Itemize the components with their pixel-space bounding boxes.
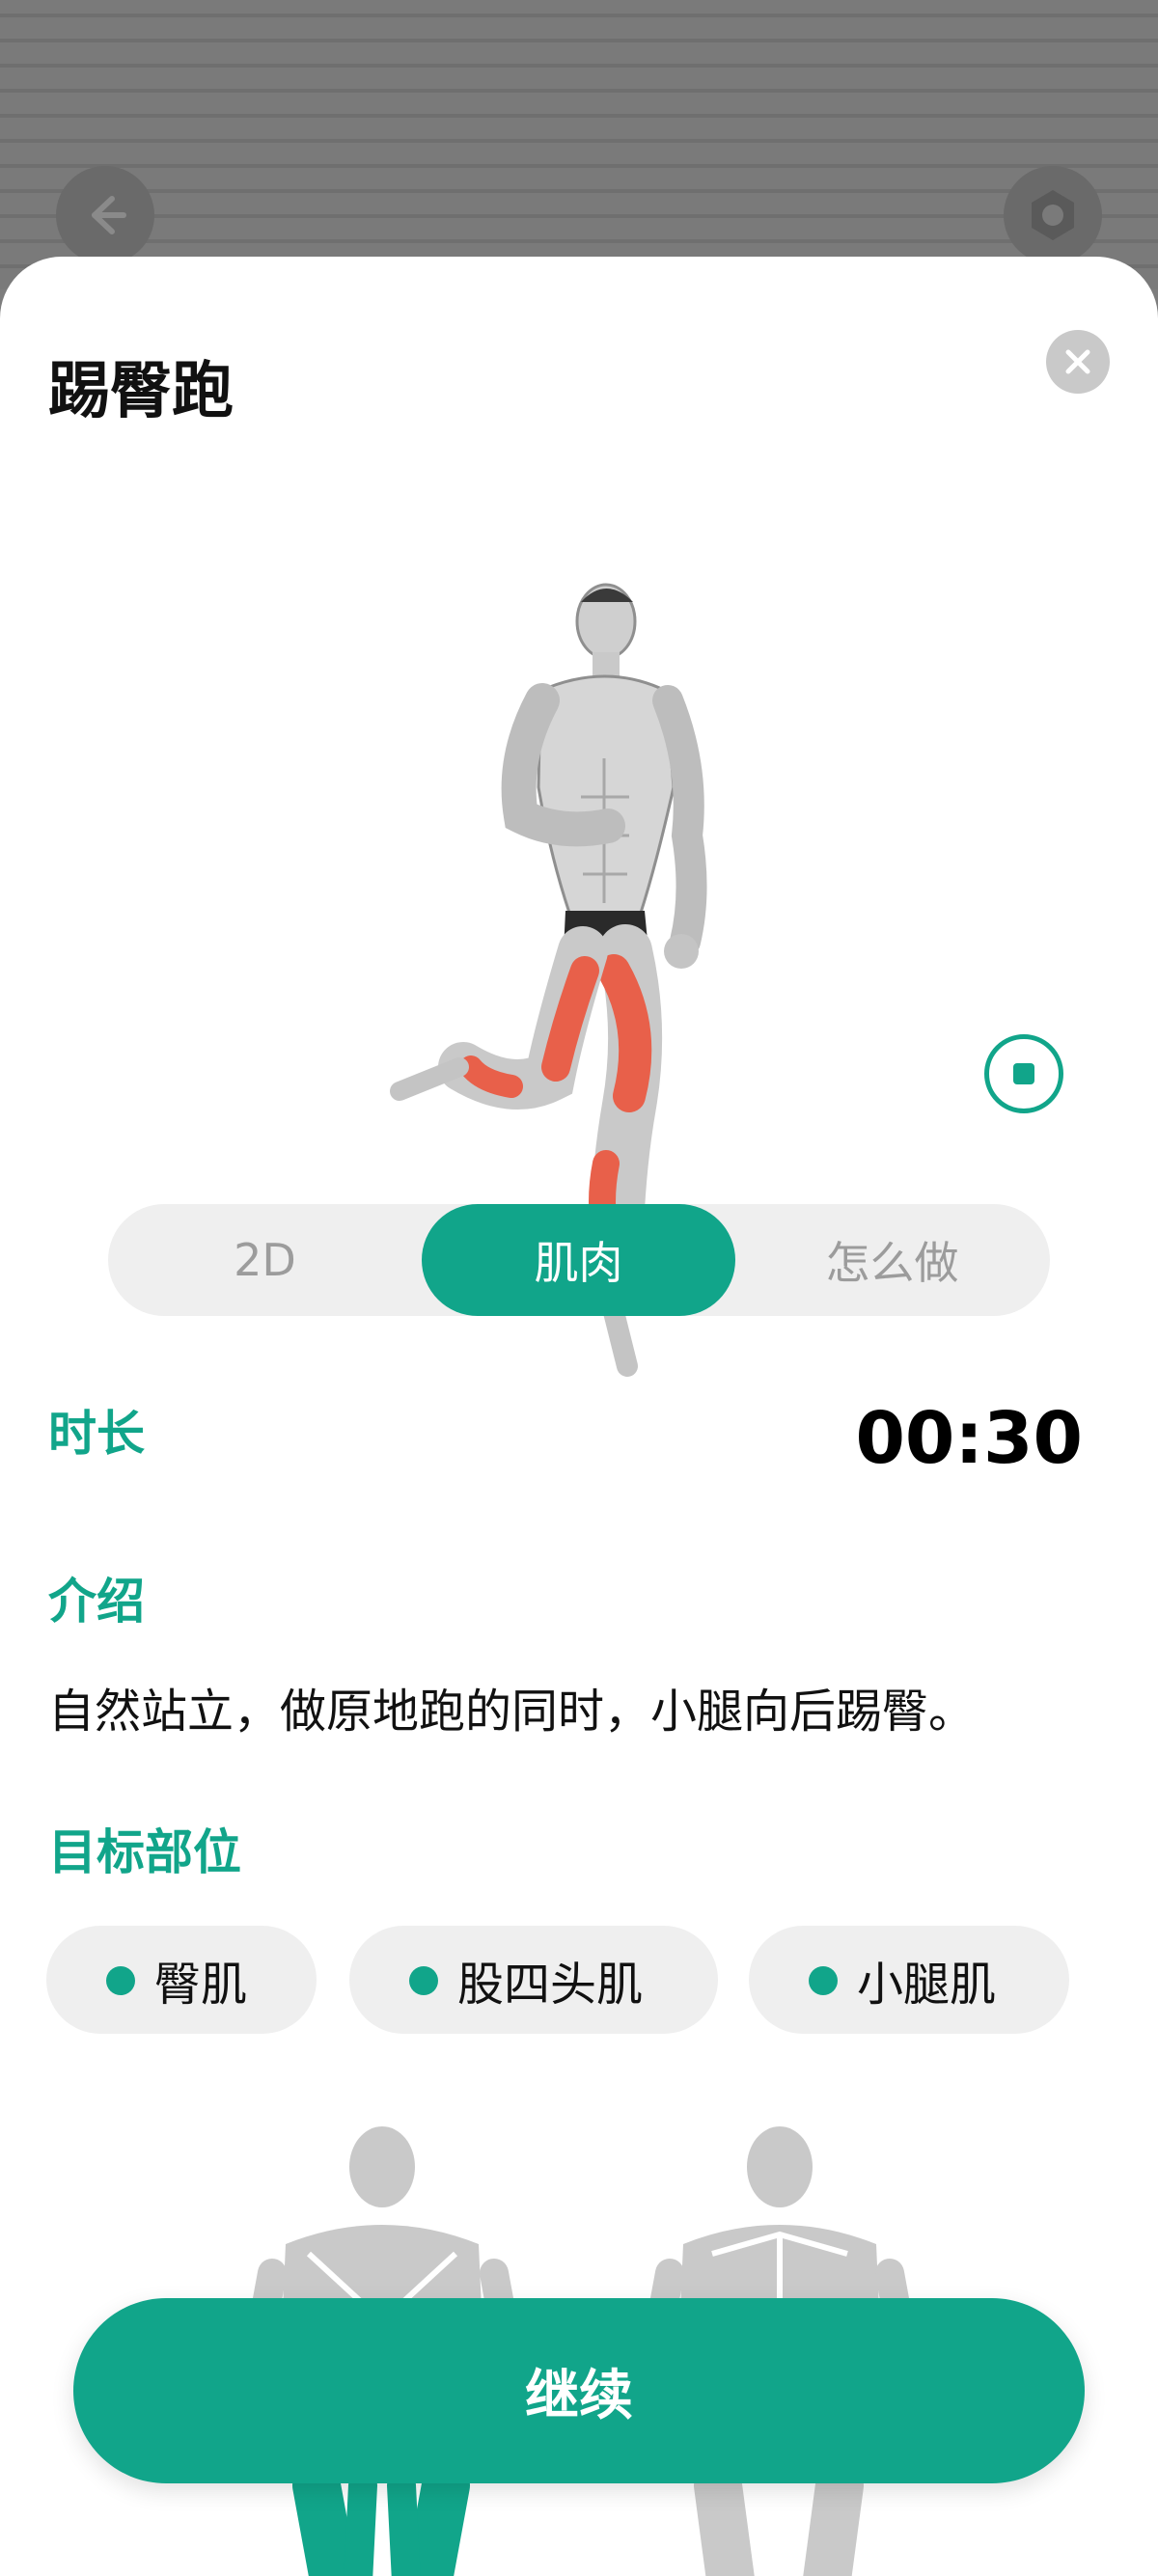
back-button[interactable]	[56, 166, 154, 264]
stop-button[interactable]	[984, 1034, 1063, 1113]
dot-icon	[106, 1966, 135, 1995]
background-app	[0, 0, 1158, 289]
duration-label: 时长	[48, 1406, 145, 1462]
intro-text: 自然站立，做原地跑的同时，小腿向后踢臀。	[48, 1685, 976, 1739]
chip-label: 股四头肌	[457, 1958, 644, 2012]
target-label: 目标部位	[48, 1824, 241, 1880]
tab-2d[interactable]: 2D	[108, 1204, 422, 1316]
chip-calves[interactable]: 小腿肌	[749, 1926, 1069, 2034]
dot-icon	[809, 1966, 838, 1995]
tab-muscle[interactable]: 肌肉	[422, 1204, 735, 1316]
arrow-left-icon	[92, 196, 126, 234]
exercise-detail-sheet: 踢臀跑 2D 肌肉 怎么做 时长 00:30 介绍 自然站立，做原地跑的同时，小…	[0, 257, 1158, 2576]
background-watermark-pattern	[0, 0, 1158, 289]
chip-glutes[interactable]: 臀肌	[46, 1926, 317, 2034]
exercise-title: 踢臀跑	[48, 356, 234, 427]
view-mode-tabs: 2D 肌肉 怎么做	[108, 1204, 1050, 1316]
stop-icon	[1013, 1063, 1034, 1084]
continue-button[interactable]: 继续	[73, 2298, 1085, 2483]
target-chips: 臀肌 股四头肌 小腿肌	[46, 1926, 1117, 2034]
chip-quadriceps[interactable]: 股四头肌	[349, 1926, 718, 2034]
settings-button[interactable]	[1004, 166, 1102, 264]
gear-icon	[1032, 190, 1074, 240]
chip-label: 臀肌	[154, 1958, 248, 2012]
duration-value: 00:30	[855, 1397, 1083, 1480]
tab-how-to[interactable]: 怎么做	[735, 1204, 1049, 1316]
chip-label: 小腿肌	[857, 1958, 997, 2012]
intro-label: 介绍	[48, 1574, 145, 1630]
close-button[interactable]	[1046, 330, 1110, 394]
close-icon	[1065, 349, 1090, 374]
dot-icon	[409, 1966, 438, 1995]
